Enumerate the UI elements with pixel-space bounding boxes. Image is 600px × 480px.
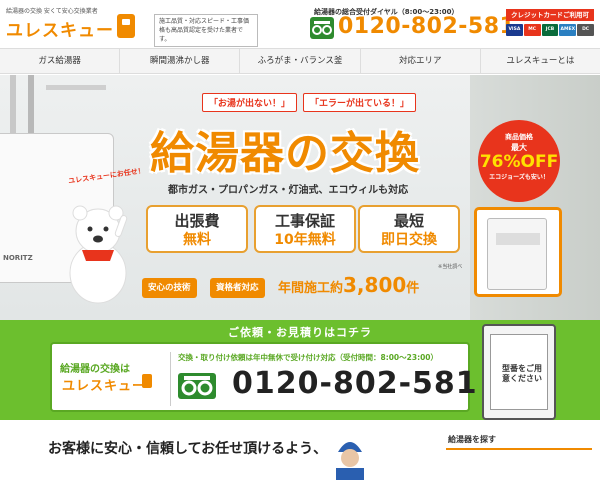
model-number-card: 型番をご用意ください (482, 324, 556, 420)
sidebar-find-heater[interactable]: 給湯器を探す (448, 434, 496, 445)
feature-detail: 10年無料 (274, 232, 336, 248)
pill-qualified: 資格者対応 (210, 278, 265, 298)
product-heater-image (487, 218, 547, 290)
annual-number: 3,800 (343, 273, 407, 297)
discount-badge: 商品価格 最大 76%OFF エコジョーズも安い！ (478, 120, 560, 202)
main-nav: ガス給湯器 瞬間湯沸かし器 ふろがま・バランス釜 対応エリア ユレスキューとは (0, 48, 600, 74)
card-logo-amex: AMEX (559, 24, 577, 36)
feature-title: 出張費 (174, 212, 220, 230)
feature-title: 工事保証 (274, 212, 335, 230)
heater-panel (496, 233, 540, 245)
contact-box[interactable]: 給湯器の交換は ユレスキュー 交換・取り付け依頼は年中無休で受け付け対応（受付時… (50, 342, 477, 412)
badge-line1: 商品価格 (505, 133, 533, 141)
feature-free-visit: 出張費 無料 (146, 205, 248, 253)
contact-hours-note: 交換・取り付け依頼は年中無休で受け付け対応（受付時間：8:00〜23:00） (178, 353, 439, 362)
header-note: 施工品質・対応スピード・工事価格も高品質認定を受けた業者です。 (154, 14, 258, 47)
nav-item-service-area[interactable]: 対応エリア (359, 49, 480, 73)
freedial-icon (178, 373, 216, 399)
freedial-icon (310, 17, 334, 39)
contact-brand-name: ユレスキュー (62, 379, 147, 394)
contact-brand-small: 給湯器の交換は (60, 364, 130, 375)
nav-item-gas-water-heater[interactable]: ガス給湯器 (0, 49, 119, 73)
problem-bubble-no-hot-water: 「お湯が出ない！」 (202, 93, 298, 112)
section-heading: お客様に安心・信頼してお任せ頂けるよう、 (48, 441, 328, 457)
hero-title: 給湯器の交換 (150, 128, 420, 179)
annual-prefix: 年間施工約 (278, 281, 344, 296)
feature-warranty: 工事保証 10年無料 (254, 205, 356, 253)
card-logo-dc: DC (577, 24, 594, 36)
nav-item-bath-boiler[interactable]: ふろがま・バランス釜 (239, 49, 359, 73)
staff-photo (336, 442, 364, 480)
site-logo[interactable]: ユレスキュー (6, 16, 114, 41)
nav-item-instant-heater[interactable]: 瞬間湯沸かし器 (119, 49, 239, 73)
feature-same-day: 最短 即日交換 (358, 205, 460, 253)
problem-bubbles: 「お湯が出ない！」 「エラーが出ている！」 (202, 93, 417, 112)
hero-subtitle: 都市ガス・プロパンガス・灯油式、エコウィルも対応 (168, 185, 409, 196)
logo-heater-icon (117, 14, 135, 38)
page: 給湯器の交換 安くて安心交換業者 ユレスキュー 施工品質・対応スピード・工事価格… (0, 0, 600, 480)
hero-banner: NORITZ 「お湯が出ない！」 「エラーが出ている！」 給湯器の交換 都市ガス… (0, 75, 600, 320)
content-section: お客様に安心・信頼してお任せ頂けるよう、 給湯器を探す (0, 420, 600, 480)
feature-detail: 即日交換 (381, 232, 437, 248)
badge-line4: エコジョーズも安い！ (489, 174, 549, 181)
model-card-text: 型番をご用意ください (502, 364, 542, 383)
problem-bubble-error: 「エラーが出ている！」 (303, 93, 417, 112)
annual-installations: 年間施工約3,800件 (278, 273, 419, 297)
card-logo-mc: MC (523, 24, 541, 36)
site-header: 給湯器の交換 安くて安心交換業者 ユレスキュー 施工品質・対応スピード・工事価格… (0, 0, 600, 47)
card-logo-visa: VISA (506, 24, 523, 36)
product-heater-frame (474, 207, 562, 297)
bear-mascot-icon (69, 205, 128, 304)
pill-technology: 安心の技術 (142, 278, 197, 298)
card-logo-jcb: JCB (541, 24, 559, 36)
research-note: ※当社調べ (438, 264, 463, 270)
badge-discount: 76%OFF (479, 152, 559, 172)
heater-pipes (10, 75, 106, 135)
heater-brand: NORITZ (3, 254, 33, 262)
header-tagline: 給湯器の交換 安くて安心交換業者 (6, 8, 98, 15)
feature-title: 最短 (393, 212, 424, 230)
nav-item-about[interactable]: ユレスキューとは (479, 49, 600, 73)
annual-suffix: 件 (406, 281, 420, 296)
header-phone-number[interactable]: 0120-802-581 (338, 14, 515, 39)
credit-card-logos: VISA MC JCB AMEX DC (506, 24, 594, 38)
credit-card-label: クレジットカードご利用可 (506, 9, 594, 21)
contact-phone-number[interactable]: 0120-802-581 (232, 366, 478, 401)
contact-divider (170, 352, 171, 406)
contact-heater-icon (142, 374, 152, 388)
feature-detail: 無料 (183, 232, 211, 248)
